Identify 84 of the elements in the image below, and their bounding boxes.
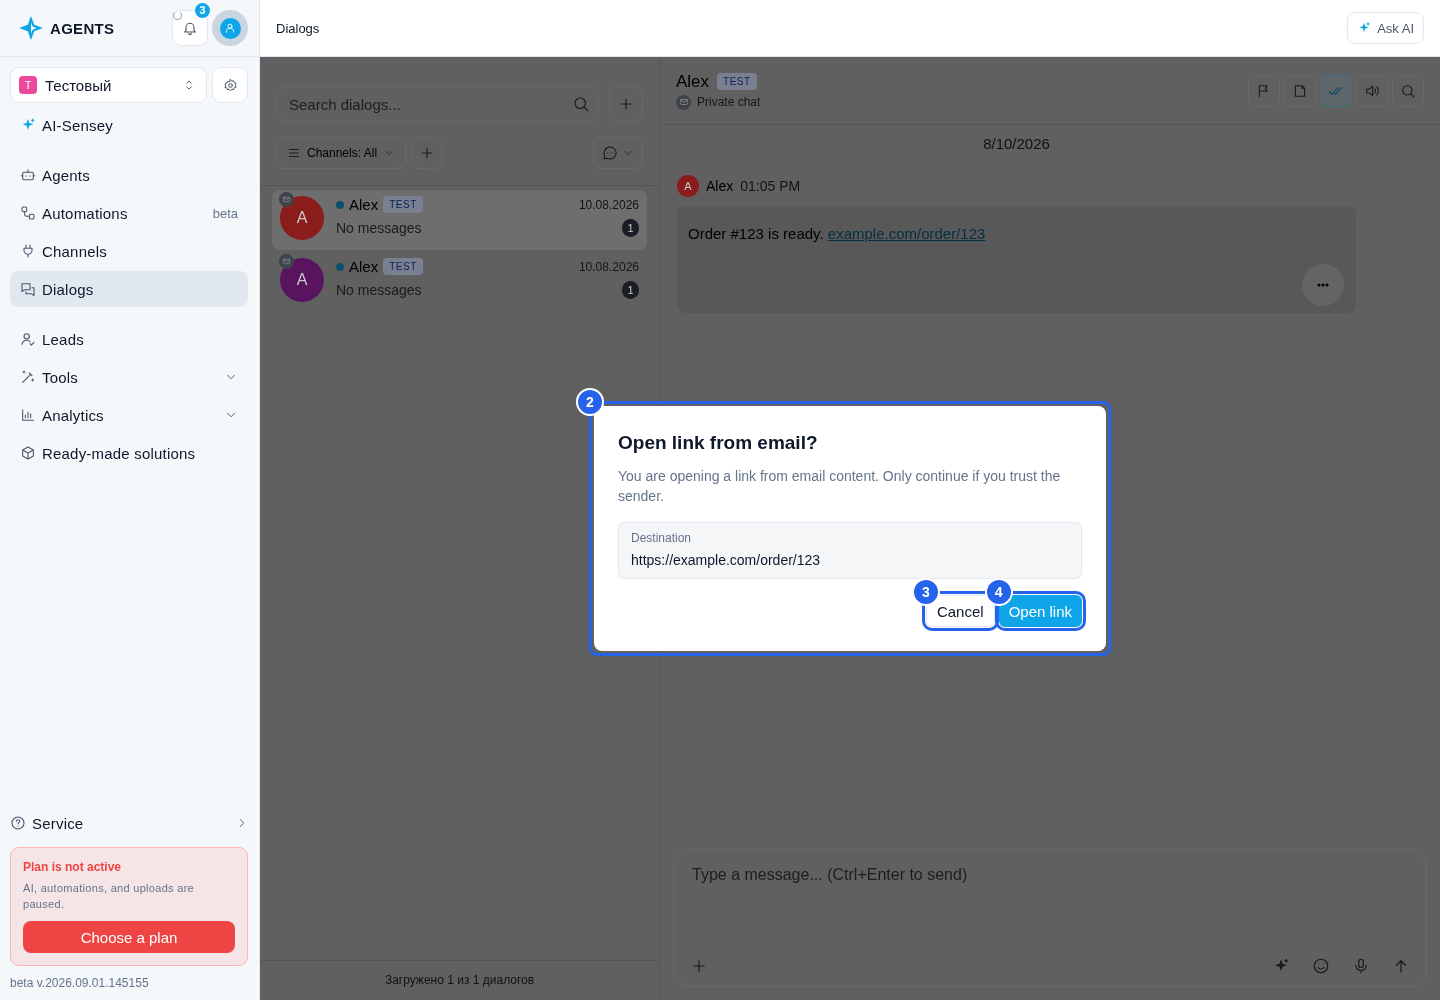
profile-button[interactable] [212,10,248,46]
sidebar-item[interactable]: Analytics [10,397,248,433]
workspace-avatar: T [19,76,37,94]
note-icon [1292,82,1308,99]
dialog-date: 10.08.2026 [578,259,639,274]
contact-name: Alex [676,71,710,92]
modal-text: You are opening a link from email content. Only continue if you trust the sender. [618,467,1062,506]
chat-bubbles-icon [20,281,36,297]
chat-filter-button[interactable] [593,137,643,169]
notification-badge: 3 [195,3,210,18]
search-field[interactable]: Search dialogs... [276,86,599,122]
sender-name: Alex [706,178,734,194]
brand-name: AGENTS [50,19,115,37]
message-time: 01:05 PM [740,178,801,194]
message-text: Order #123 is ready. example.com/order/123 [688,225,987,242]
settings-icon [222,77,238,93]
ask-ai-button[interactable]: Ask AI [1347,12,1424,44]
sidebar-item[interactable]: AI-Sensey [10,107,248,143]
magic-wand-icon [20,369,36,385]
message-preview: No messages [336,282,422,298]
plug-icon [20,243,36,259]
version-label: beta v.2026.09.01.145155 [9,975,150,990]
add-button[interactable] [609,86,643,122]
note-button[interactable] [1284,74,1316,107]
modal-title: Open link from email? [618,432,819,454]
cube-icon [20,445,36,461]
smile-icon [1312,957,1330,975]
message-preview: No messages [336,220,422,236]
contact-name: Alex [349,196,379,213]
dialogs-count: Загружено 1 из 1 диалогов [260,960,659,1000]
unread-count: 1 [622,219,639,237]
page-title: Dialogs [276,20,320,36]
tag: TEST [717,73,757,90]
user-check-icon [20,331,36,347]
plus-icon [690,957,708,975]
sidebar-item[interactable]: Service [0,805,259,841]
add-filter-button[interactable] [412,137,443,169]
nodes-icon [20,205,36,221]
avatar: A [280,258,324,302]
robot-icon [20,167,36,183]
read-filter-button[interactable] [1320,74,1352,107]
field-label: Destination [631,531,693,545]
search-icon [1400,82,1416,99]
more-button[interactable] [1302,264,1344,306]
choose-plan-button[interactable]: Choose a plan [23,921,235,953]
field-value: https://example.com/order/123 [631,552,822,568]
unread-count: 1 [622,281,639,299]
flag-button[interactable] [1248,74,1280,107]
avatar: A [280,196,324,240]
menu-icon [287,146,301,160]
search-button[interactable] [1392,74,1424,107]
plus-icon [618,96,634,112]
dialog-row[interactable]: A Alex TEST 10.08.2026 No messages 1 [272,190,647,250]
avatar: A [677,175,699,197]
settings-button[interactable] [212,67,248,103]
sidebar-item[interactable]: Tools [10,359,248,395]
help-icon [10,815,26,831]
date-separator: 8/10/2026 [982,135,1051,152]
workspace-selector[interactable]: T Тестовый [10,67,207,103]
dialog-date: 10.08.2026 [578,197,639,212]
notice-text: AI, automations, and uploads are paused. [23,881,196,912]
sidebar-item[interactable]: Leads [10,321,248,357]
search-icon [572,95,590,113]
microphone-icon [1352,957,1370,975]
sidebar-item[interactable]: Agents [10,157,248,193]
message-composer[interactable]: Type a message... (Ctrl+Enter to send) [673,849,1427,987]
tag: TEST [383,258,423,275]
dialog-row[interactable]: A Alex TEST 10.08.2026 No messages 1 [272,252,647,312]
sidebar-item[interactable]: Channels [10,233,248,269]
tag: TEST [383,196,423,213]
sidebar-item[interactable]: Automations beta [10,195,248,231]
message-field[interactable]: Type a message... (Ctrl+Enter to send) [690,864,1410,954]
notice-title: Plan is not active [23,860,123,874]
logo-icon [18,15,44,41]
chat-icon [602,145,618,161]
sidebar-item[interactable]: Ready-made solutions [10,435,248,471]
bar-chart-icon [20,407,36,423]
sidebar-item[interactable]: Dialogs [10,271,248,307]
beta-label: beta [212,205,238,221]
sound-button[interactable] [1356,74,1388,107]
bell-icon [182,20,198,36]
step-marker: 3 [911,578,940,606]
chat-type: Private chat [697,95,761,109]
contact-name: Alex [349,258,379,275]
